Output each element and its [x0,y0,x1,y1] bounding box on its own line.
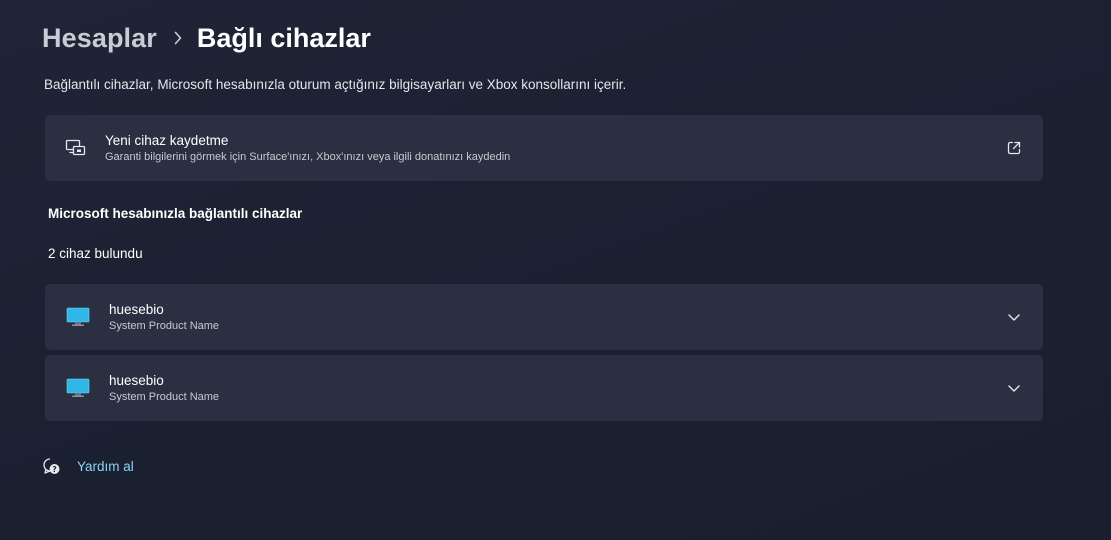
register-card-subtitle: Garanti bilgilerini görmek için Surface'… [105,150,511,163]
device-name: huesebio [109,372,164,388]
chevron-right-icon [173,31,183,45]
page-title: Bağlı cihazlar [196,22,371,53]
monitor-icon [65,306,91,328]
open-external-icon[interactable] [1003,137,1025,159]
settings-page: Hesaplar Bağlı cihazlar Bağlantılı cihaz… [0,0,1111,540]
device-card-2[interactable]: huesebio System Product Name [45,355,1043,421]
chevron-down-icon[interactable] [1003,306,1025,328]
chevron-down-icon[interactable] [1003,377,1025,399]
device-model: System Product Name [109,319,220,332]
device-card-1[interactable]: huesebio System Product Name [45,284,1043,350]
get-help-link[interactable]: ? Yardım al [42,457,134,476]
breadcrumb-parent-link[interactable]: Hesaplar [42,23,157,54]
breadcrumb: Hesaplar Bağlı cihazlar [42,20,371,56]
svg-text:?: ? [52,465,56,474]
devices-section-title: Microsoft hesabınızla bağlantılı cihazla… [48,206,303,221]
monitor-icon [65,377,91,399]
device-count: 2 cihaz bulundu [48,246,143,261]
device-info: huesebio System Product Name [109,301,219,334]
device-info: huesebio System Product Name [109,372,219,405]
page-description: Bağlantılı cihazlar, Microsoft hesabınız… [44,77,627,92]
register-card-title: Yeni cihaz kaydetme [105,132,229,148]
help-label[interactable]: Yardım al [77,459,134,474]
device-name: huesebio [109,301,164,317]
devices-icon [65,137,87,159]
help-chat-icon: ? [42,457,61,476]
register-card-text: Yeni cihaz kaydetme Garanti bilgilerini … [105,132,510,165]
device-model: System Product Name [109,390,220,403]
register-new-device-card[interactable]: Yeni cihaz kaydetme Garanti bilgilerini … [45,115,1043,181]
